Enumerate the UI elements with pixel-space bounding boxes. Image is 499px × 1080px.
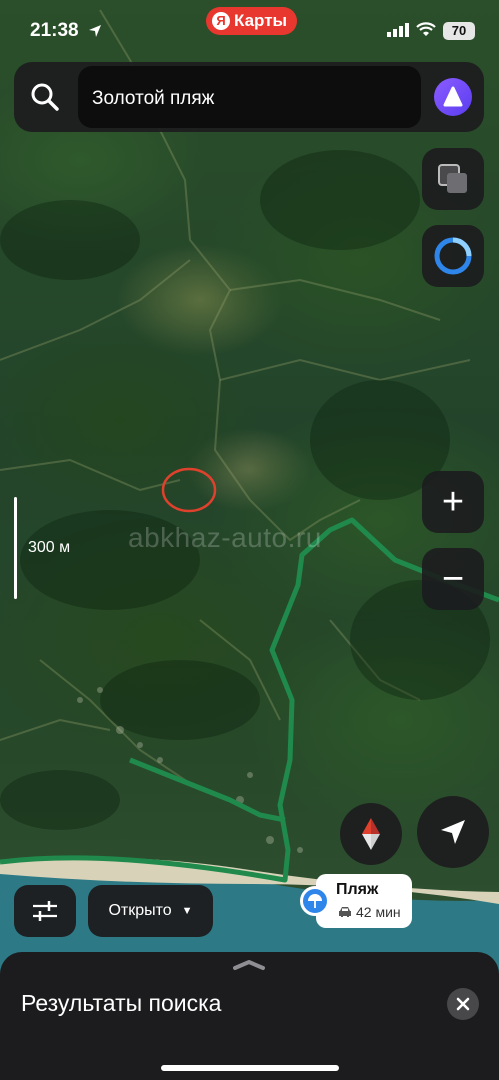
location-arrow-icon <box>89 25 101 37</box>
alice-icon <box>443 86 463 107</box>
yandex-logo-icon: Я <box>212 12 230 30</box>
search-query-text: Золотой пляж <box>92 88 215 109</box>
close-sheet-button[interactable] <box>447 988 479 1020</box>
open-now-filter[interactable]: Открыто ▼ <box>88 885 213 937</box>
navigator-ring-icon <box>434 237 472 275</box>
open-now-label: Открыто <box>108 902 172 919</box>
filters-button[interactable] <box>14 885 76 937</box>
map-watermark: abkhaz-auto.ru <box>128 522 322 553</box>
app-indicator-pill[interactable]: Я Карты <box>206 7 298 35</box>
status-time: 21:38 <box>30 20 79 41</box>
zoom-out-button[interactable]: − <box>422 548 484 610</box>
map-scale-label: 300 м <box>28 539 71 556</box>
wifi-icon <box>416 22 436 36</box>
sliders-icon <box>33 901 57 921</box>
compass-icon <box>362 818 380 850</box>
search-bar: Золотой пляж <box>14 62 484 132</box>
navigator-button[interactable] <box>422 225 484 287</box>
home-indicator[interactable] <box>161 1065 339 1071</box>
cellular-signal-icon <box>387 23 409 37</box>
compass-button[interactable] <box>340 803 402 865</box>
sheet-title: Результаты поиска <box>21 990 222 1016</box>
pin-eta: 42 мин <box>338 904 401 920</box>
alice-voice-button[interactable] <box>434 78 472 116</box>
battery-indicator: 70 <box>443 22 475 40</box>
navigation-arrow-icon <box>441 820 465 844</box>
search-icon[interactable] <box>30 82 60 112</box>
map-scale-bar <box>14 497 17 599</box>
marked-area-circle <box>161 467 217 513</box>
map-layers-button[interactable] <box>422 148 484 210</box>
pin-title: Пляж <box>336 881 379 898</box>
sheet-handle-chevron-icon[interactable] <box>231 958 267 972</box>
close-icon <box>456 997 470 1011</box>
minus-icon: − <box>441 558 465 600</box>
beach-umbrella-icon <box>308 894 322 908</box>
search-results-sheet[interactable]: Результаты поиска <box>0 952 499 1080</box>
app-name: Карты <box>234 11 288 30</box>
status-bar: 21:38 Я Карты 70 <box>0 0 499 60</box>
car-icon <box>339 907 351 917</box>
place-pin-card[interactable]: Пляж 42 мин <box>316 874 412 928</box>
my-location-button[interactable] <box>417 796 489 868</box>
beach-marker[interactable] <box>300 886 330 916</box>
dropdown-caret-icon: ▼ <box>181 905 193 917</box>
plus-icon: + <box>441 481 465 523</box>
pin-eta-text: 42 мин <box>356 904 401 920</box>
search-input[interactable]: Золотой пляж <box>78 66 421 128</box>
layers-icon <box>438 164 467 193</box>
zoom-in-button[interactable]: + <box>422 471 484 533</box>
